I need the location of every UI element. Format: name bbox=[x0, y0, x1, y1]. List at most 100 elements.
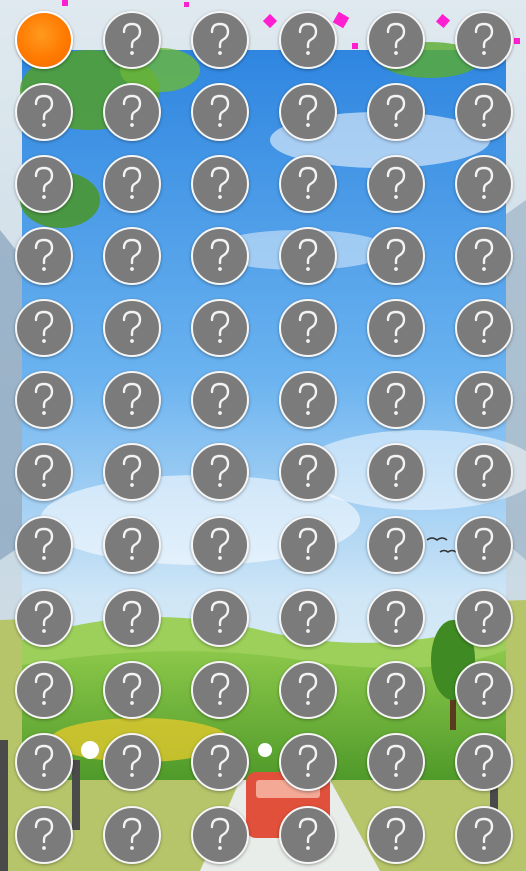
hidden-tile[interactable] bbox=[103, 443, 161, 501]
hidden-tile[interactable] bbox=[367, 661, 425, 719]
hidden-tile[interactable] bbox=[455, 589, 513, 647]
hidden-tile[interactable] bbox=[15, 155, 73, 213]
hidden-tile[interactable] bbox=[103, 733, 161, 791]
hidden-tile[interactable] bbox=[367, 227, 425, 285]
question-mark-icon bbox=[210, 382, 230, 415]
hidden-tile[interactable] bbox=[103, 299, 161, 357]
hidden-tile[interactable] bbox=[455, 661, 513, 719]
hidden-tile[interactable] bbox=[103, 83, 161, 141]
question-mark-icon bbox=[298, 672, 318, 705]
hidden-tile[interactable] bbox=[15, 733, 73, 791]
hidden-tile[interactable] bbox=[191, 371, 249, 429]
question-mark-icon bbox=[474, 600, 494, 633]
question-mark-icon bbox=[210, 744, 230, 777]
question-mark-icon bbox=[474, 310, 494, 343]
question-mark-icon bbox=[34, 94, 54, 127]
question-mark-icon bbox=[474, 382, 494, 415]
hidden-tile[interactable] bbox=[367, 371, 425, 429]
hidden-tile[interactable] bbox=[191, 11, 249, 69]
hidden-tile[interactable] bbox=[279, 661, 337, 719]
hidden-tile[interactable] bbox=[279, 806, 337, 864]
hidden-tile[interactable] bbox=[15, 299, 73, 357]
question-mark-icon bbox=[298, 744, 318, 777]
question-mark-icon bbox=[210, 527, 230, 560]
tile-grid bbox=[0, 0, 526, 871]
question-mark-icon bbox=[34, 600, 54, 633]
hidden-tile[interactable] bbox=[103, 155, 161, 213]
hidden-tile[interactable] bbox=[15, 661, 73, 719]
hidden-tile[interactable] bbox=[191, 227, 249, 285]
hidden-tile[interactable] bbox=[279, 155, 337, 213]
hidden-tile[interactable] bbox=[455, 299, 513, 357]
question-mark-icon bbox=[474, 527, 494, 560]
hidden-tile[interactable] bbox=[15, 227, 73, 285]
hidden-tile[interactable] bbox=[191, 806, 249, 864]
hidden-tile[interactable] bbox=[455, 11, 513, 69]
hidden-tile[interactable] bbox=[367, 155, 425, 213]
hidden-tile[interactable] bbox=[279, 733, 337, 791]
hidden-tile[interactable] bbox=[103, 661, 161, 719]
question-mark-icon bbox=[122, 817, 142, 850]
hidden-tile[interactable] bbox=[279, 443, 337, 501]
hidden-tile[interactable] bbox=[455, 83, 513, 141]
hidden-tile[interactable] bbox=[279, 589, 337, 647]
hidden-tile[interactable] bbox=[15, 589, 73, 647]
hidden-tile[interactable] bbox=[367, 806, 425, 864]
question-mark-icon bbox=[474, 672, 494, 705]
hidden-tile[interactable] bbox=[191, 589, 249, 647]
question-mark-icon bbox=[34, 817, 54, 850]
question-mark-icon bbox=[122, 94, 142, 127]
hidden-tile[interactable] bbox=[455, 371, 513, 429]
hidden-tile[interactable] bbox=[103, 11, 161, 69]
hidden-tile[interactable] bbox=[15, 806, 73, 864]
question-mark-icon bbox=[122, 238, 142, 271]
hidden-tile[interactable] bbox=[455, 733, 513, 791]
hidden-tile[interactable] bbox=[455, 227, 513, 285]
hidden-tile[interactable] bbox=[367, 589, 425, 647]
hidden-tile[interactable] bbox=[191, 155, 249, 213]
question-mark-icon bbox=[386, 166, 406, 199]
hidden-tile[interactable] bbox=[191, 733, 249, 791]
hidden-tile[interactable] bbox=[455, 443, 513, 501]
hidden-tile[interactable] bbox=[191, 83, 249, 141]
hidden-tile[interactable] bbox=[191, 516, 249, 574]
hidden-tile[interactable] bbox=[103, 227, 161, 285]
hidden-tile[interactable] bbox=[367, 11, 425, 69]
hidden-tile[interactable] bbox=[279, 11, 337, 69]
hidden-tile[interactable] bbox=[279, 227, 337, 285]
hidden-tile[interactable] bbox=[15, 371, 73, 429]
question-mark-icon bbox=[298, 94, 318, 127]
hidden-tile[interactable] bbox=[367, 83, 425, 141]
hidden-tile[interactable] bbox=[279, 299, 337, 357]
question-mark-icon bbox=[386, 238, 406, 271]
question-mark-icon bbox=[474, 454, 494, 487]
hidden-tile[interactable] bbox=[103, 589, 161, 647]
hidden-tile[interactable] bbox=[15, 83, 73, 141]
question-mark-icon bbox=[474, 744, 494, 777]
hidden-tile[interactable] bbox=[367, 516, 425, 574]
hidden-tile[interactable] bbox=[367, 443, 425, 501]
revealed-tile[interactable] bbox=[15, 11, 73, 69]
hidden-tile[interactable] bbox=[455, 516, 513, 574]
hidden-tile[interactable] bbox=[191, 661, 249, 719]
hidden-tile[interactable] bbox=[103, 371, 161, 429]
question-mark-icon bbox=[122, 454, 142, 487]
question-mark-icon bbox=[34, 238, 54, 271]
hidden-tile[interactable] bbox=[103, 806, 161, 864]
hidden-tile[interactable] bbox=[367, 299, 425, 357]
hidden-tile[interactable] bbox=[191, 443, 249, 501]
hidden-tile[interactable] bbox=[279, 371, 337, 429]
hidden-tile[interactable] bbox=[367, 733, 425, 791]
hidden-tile[interactable] bbox=[191, 299, 249, 357]
hidden-tile[interactable] bbox=[15, 443, 73, 501]
hidden-tile[interactable] bbox=[455, 806, 513, 864]
hidden-tile[interactable] bbox=[15, 516, 73, 574]
question-mark-icon bbox=[34, 166, 54, 199]
question-mark-icon bbox=[210, 238, 230, 271]
question-mark-icon bbox=[386, 744, 406, 777]
hidden-tile[interactable] bbox=[279, 83, 337, 141]
question-mark-icon bbox=[210, 817, 230, 850]
hidden-tile[interactable] bbox=[279, 516, 337, 574]
hidden-tile[interactable] bbox=[103, 516, 161, 574]
hidden-tile[interactable] bbox=[455, 155, 513, 213]
